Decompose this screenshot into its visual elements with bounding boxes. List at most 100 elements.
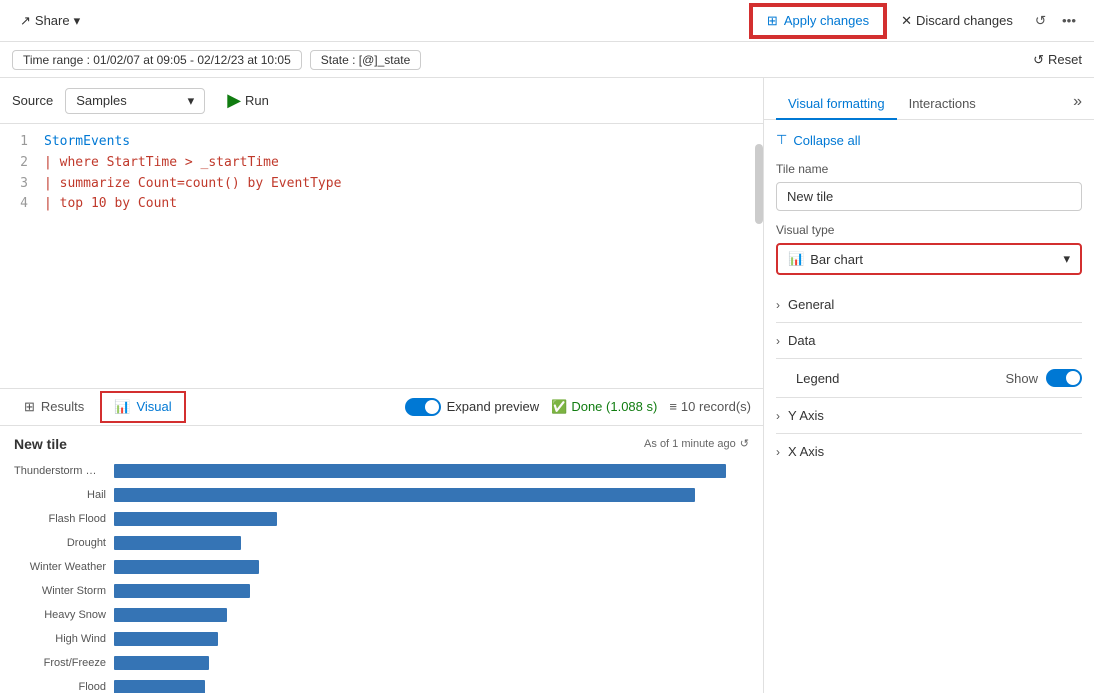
bar-fill[interactable] bbox=[114, 512, 277, 526]
bar-container bbox=[114, 656, 749, 670]
chart-title: New tile bbox=[14, 436, 67, 452]
tile-name-input[interactable] bbox=[776, 182, 1082, 211]
status-records: ≡ 10 record(s) bbox=[669, 399, 751, 414]
bar-fill[interactable] bbox=[114, 488, 695, 502]
bar-label: Flash Flood bbox=[14, 513, 114, 525]
chart-header: New tile As of 1 minute ago ↺ bbox=[14, 436, 749, 452]
records-icon: ≡ bbox=[669, 399, 677, 414]
x-axis-section[interactable]: › X Axis bbox=[776, 434, 1082, 469]
state-value: State : [@]_state bbox=[321, 53, 411, 67]
bar-label: Hail bbox=[14, 489, 114, 501]
bar-container bbox=[114, 512, 749, 526]
bar-container bbox=[114, 560, 749, 574]
records-label: 10 record(s) bbox=[681, 399, 751, 414]
source-dropdown[interactable]: Samples ▾ bbox=[65, 88, 205, 114]
bar-fill[interactable] bbox=[114, 680, 205, 693]
play-icon: ▶ bbox=[227, 90, 241, 111]
bar-row: Winter Storm bbox=[14, 580, 749, 602]
results-label: Results bbox=[41, 399, 84, 414]
general-section[interactable]: › General bbox=[776, 287, 1082, 323]
filter-left: Time range : 01/02/07 at 09:05 - 02/12/2… bbox=[12, 50, 421, 70]
bar-fill[interactable] bbox=[114, 536, 241, 550]
collapse-all-button[interactable]: ⊤ Collapse all bbox=[776, 132, 1082, 148]
state-filter[interactable]: State : [@]_state bbox=[310, 50, 422, 70]
chevron-right-icon: › bbox=[776, 334, 780, 348]
bar-fill[interactable] bbox=[114, 464, 726, 478]
bar-fill[interactable] bbox=[114, 632, 218, 646]
expand-panel-icon[interactable]: » bbox=[1073, 93, 1082, 119]
apply-changes-button[interactable]: ⊞ Apply changes bbox=[751, 5, 885, 37]
refresh-button[interactable]: ↺ bbox=[1029, 7, 1052, 35]
discard-label: Discard changes bbox=[916, 13, 1013, 28]
y-axis-section[interactable]: › Y Axis bbox=[776, 398, 1082, 434]
legend-toggle[interactable] bbox=[1046, 369, 1082, 387]
bar-chart-icon: 📊 bbox=[788, 251, 804, 267]
time-range-value: Time range : 01/02/07 at 09:05 - 02/12/2… bbox=[23, 53, 291, 67]
more-options-button[interactable]: ••• bbox=[1056, 7, 1082, 34]
collapse-icon: ⊤ bbox=[776, 132, 787, 148]
share-label: Share bbox=[35, 13, 70, 28]
apply-icon: ⊞ bbox=[767, 13, 778, 29]
tab-visual-formatting[interactable]: Visual formatting bbox=[776, 88, 897, 119]
bar-label: Drought bbox=[14, 537, 114, 549]
bar-row: Flood bbox=[14, 676, 749, 693]
bar-row: Thunderstorm Wind bbox=[14, 460, 749, 482]
visual-type-section: Visual type 📊 Bar chart ▾ bbox=[776, 223, 1082, 275]
main-container: Source Samples ▾ ▶ Run 1 StormEvents 2 |… bbox=[0, 78, 1094, 693]
toggle-knob bbox=[1066, 371, 1080, 385]
chart-area: New tile As of 1 minute ago ↺ Thundersto… bbox=[0, 426, 763, 693]
bar-fill[interactable] bbox=[114, 656, 209, 670]
bar-fill[interactable] bbox=[114, 584, 250, 598]
bar-row: Winter Weather bbox=[14, 556, 749, 578]
interactions-label: Interactions bbox=[909, 96, 976, 111]
right-panel-tabs: Visual formatting Interactions » bbox=[764, 78, 1094, 120]
tab-visual[interactable]: 📊 Visual bbox=[100, 391, 185, 423]
collapse-all-label: Collapse all bbox=[793, 133, 860, 148]
tab-results[interactable]: ⊞ Results bbox=[12, 393, 96, 421]
source-label: Source bbox=[12, 93, 53, 108]
close-icon: ✕ bbox=[901, 13, 912, 29]
time-range-filter[interactable]: Time range : 01/02/07 at 09:05 - 02/12/2… bbox=[12, 50, 302, 70]
reset-button[interactable]: ↺ Reset bbox=[1033, 52, 1082, 68]
chevron-down-icon: ▾ bbox=[188, 93, 195, 109]
apply-label: Apply changes bbox=[784, 13, 869, 28]
bar-fill[interactable] bbox=[114, 608, 227, 622]
code-line-1: 1 StormEvents bbox=[12, 132, 751, 153]
right-panel: Visual formatting Interactions » ⊤ Colla… bbox=[764, 78, 1094, 693]
data-section[interactable]: › Data bbox=[776, 323, 1082, 359]
tabs-right: Expand preview ✅ Done (1.088 s) ≡ 10 rec… bbox=[405, 398, 751, 416]
scrollbar[interactable] bbox=[755, 144, 763, 224]
bar-row: High Wind bbox=[14, 628, 749, 650]
code-line-2-text: | where StartTime > _startTime bbox=[44, 153, 279, 174]
chevron-right-icon: › bbox=[776, 409, 780, 423]
share-icon: ↗ bbox=[20, 13, 31, 29]
left-panel: Source Samples ▾ ▶ Run 1 StormEvents 2 |… bbox=[0, 78, 764, 693]
reset-icon: ↺ bbox=[1033, 52, 1044, 68]
visual-type-dropdown[interactable]: 📊 Bar chart ▾ bbox=[776, 243, 1082, 275]
source-bar: Source Samples ▾ ▶ Run bbox=[0, 78, 763, 124]
tabs-bar: ⊞ Results 📊 Visual Expand preview ✅ Done… bbox=[0, 388, 763, 426]
code-line-4-text: | top 10 by Count bbox=[44, 194, 177, 215]
bar-row: Frost/Freeze bbox=[14, 652, 749, 674]
visual-formatting-label: Visual formatting bbox=[788, 96, 885, 111]
run-label: Run bbox=[245, 93, 269, 108]
expand-preview-label: Expand preview bbox=[447, 399, 540, 414]
tab-interactions[interactable]: Interactions bbox=[897, 88, 988, 119]
bar-row: Hail bbox=[14, 484, 749, 506]
tile-name-label: Tile name bbox=[776, 162, 1082, 176]
bar-chart: Thunderstorm Wind Hail Flash Flood Droug… bbox=[14, 460, 749, 693]
code-editor[interactable]: 1 StormEvents 2 | where StartTime > _sta… bbox=[0, 124, 763, 388]
chevron-right-icon: › bbox=[776, 298, 780, 312]
y-axis-label: Y Axis bbox=[788, 408, 824, 423]
bar-container bbox=[114, 584, 749, 598]
expand-preview-toggle[interactable] bbox=[405, 398, 441, 416]
discard-changes-button[interactable]: ✕ Discard changes bbox=[889, 7, 1025, 35]
refresh-icon[interactable]: ↺ bbox=[740, 437, 749, 450]
bar-fill[interactable] bbox=[114, 560, 259, 574]
run-button[interactable]: ▶ Run bbox=[217, 86, 279, 115]
bar-label: Winter Storm bbox=[14, 585, 114, 597]
bar-label: Frost/Freeze bbox=[14, 657, 114, 669]
share-button[interactable]: ↗ Share ▾ bbox=[12, 9, 88, 33]
bar-container bbox=[114, 488, 749, 502]
bar-label: Heavy Snow bbox=[14, 609, 114, 621]
